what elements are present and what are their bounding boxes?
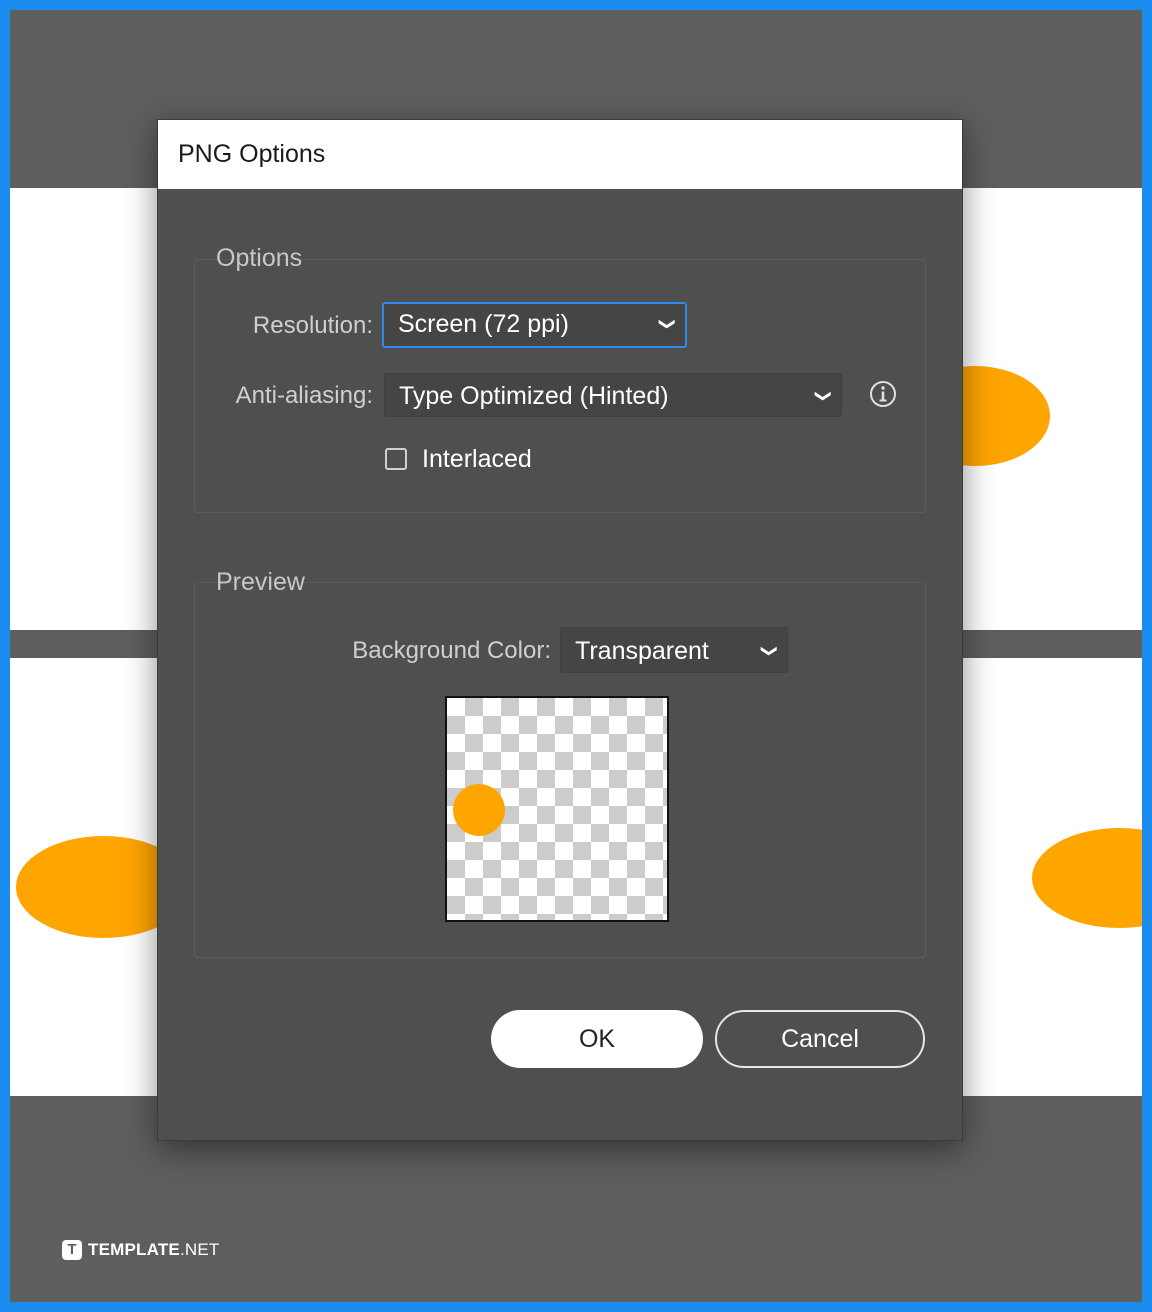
template-logo-icon: T [62,1240,82,1260]
antialiasing-label: Anti-aliasing: [235,382,373,409]
cancel-button[interactable]: Cancel [715,1010,925,1068]
antialiasing-select[interactable]: Type Optimized (Hinted) ❯ [384,373,842,417]
chevron-down-icon: ❯ [658,317,676,331]
chevron-down-icon: ❯ [814,389,832,403]
background-color-select[interactable]: Transparent ❯ [560,627,788,673]
interlaced-label[interactable]: Interlaced [422,445,532,474]
brand-name: TEMPLATE.NET [88,1240,220,1259]
preview-group-legend: Preview [216,568,305,596]
antialiasing-value: Type Optimized (Hinted) [399,382,669,410]
resolution-label: Resolution: [252,312,373,339]
png-options-dialog: PNG Options Options Resolution: Screen (… [157,119,963,1141]
chevron-down-icon: ❯ [760,644,778,658]
orange-ellipse-shape [1032,828,1142,928]
dialog-title: PNG Options [158,120,962,189]
preview-orange-dot [453,784,505,836]
background-color-value: Transparent [575,637,709,665]
background-color-label: Background Color: [352,637,551,664]
resolution-value: Screen (72 ppi) [398,310,569,338]
resolution-select[interactable]: Screen (72 ppi) ❯ [382,302,687,348]
transparency-preview [445,696,669,922]
ok-button[interactable]: OK [491,1010,703,1068]
info-icon[interactable] [868,379,898,409]
interlaced-checkbox[interactable] [385,448,407,470]
options-group-legend: Options [216,244,303,272]
template-net-watermark: T TEMPLATE.NET [62,1240,219,1260]
